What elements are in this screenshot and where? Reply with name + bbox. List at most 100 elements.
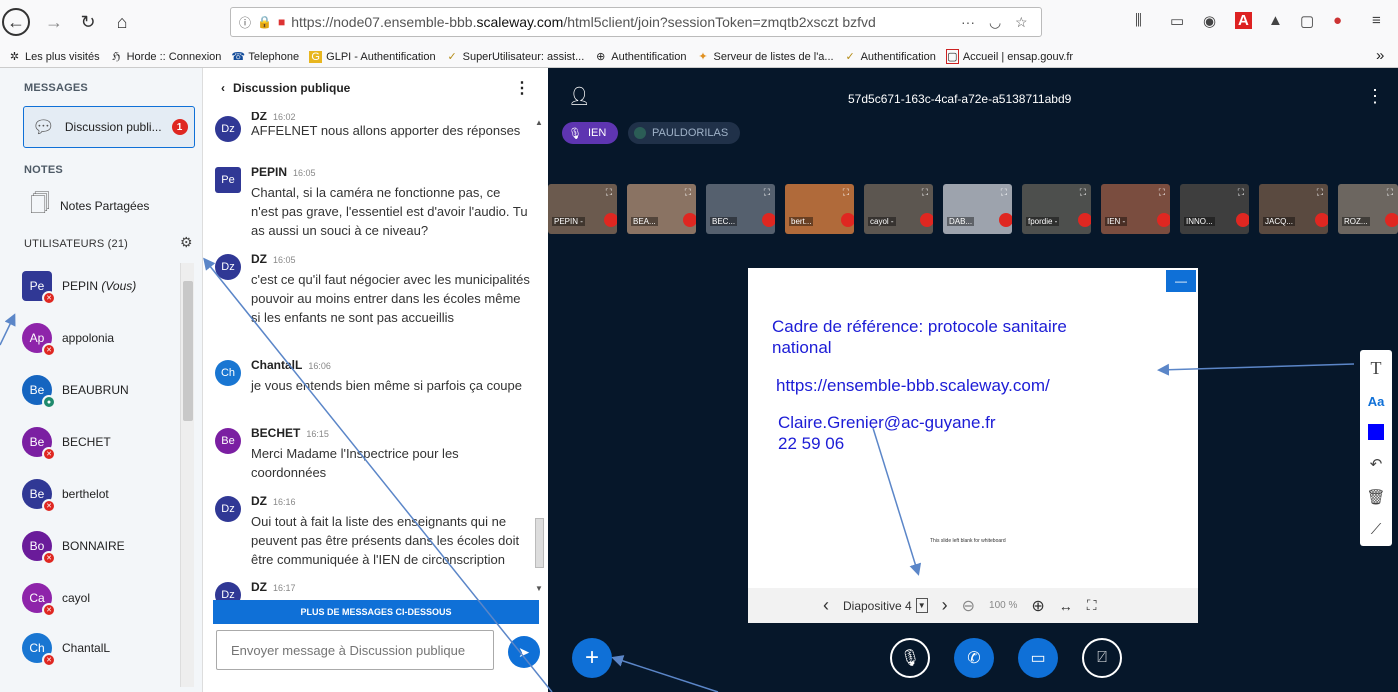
prev-slide-icon[interactable]: ‹ <box>823 595 829 616</box>
bookmark-item[interactable]: ▢ Accueil | ensap.gouv.fr <box>945 49 1073 64</box>
reload-button[interactable]: ↻ <box>74 8 102 36</box>
video-button[interactable]: ▭ <box>1018 638 1058 678</box>
expand-icon[interactable]: ⛶ <box>1001 187 1007 198</box>
bookmark-item[interactable]: ✲ Les plus visités <box>8 49 100 64</box>
chat-options-icon[interactable]: ⋮ <box>514 78 530 98</box>
user-item[interactable]: Ch ✕ ChantalL <box>22 628 110 668</box>
bookmark-item[interactable]: ✓ Authentification <box>844 49 935 64</box>
user-list-scrollbar[interactable] <box>180 263 194 687</box>
font-size-icon[interactable]: Aa <box>1368 394 1385 409</box>
url-bar[interactable]: ⓘ 🔒 ■ https://node07.ensemble-bbb.scalew… <box>230 7 1042 37</box>
expand-icon[interactable]: ⛶ <box>1238 187 1244 198</box>
mic-icon: ● <box>42 395 56 409</box>
fit-width-icon[interactable]: ↔ <box>1059 598 1073 614</box>
scroll-down-icon[interactable]: ▼ <box>535 584 543 593</box>
presentation-slide[interactable]: — Cadre de référence: protocole sanitair… <box>748 268 1198 623</box>
page-actions-icon[interactable]: ··· <box>961 14 975 30</box>
slide-link: https://ensemble-bbb.scaleway.com/ <box>776 376 1050 395</box>
audio-button[interactable]: ✆ <box>954 638 994 678</box>
video-tile[interactable]: ⛶ BEC... <box>706 184 775 234</box>
video-tile[interactable]: ⛶ INNO... <box>1180 184 1249 234</box>
expand-icon[interactable]: ⛶ <box>1159 187 1165 198</box>
expand-icon[interactable]: ⛶ <box>1317 187 1323 198</box>
talking-indicator[interactable]: PAULDORILAS <box>628 122 741 144</box>
trash-icon[interactable]: 🗑︎ <box>1366 488 1385 506</box>
user-item[interactable]: Be ✕ BECHET <box>22 422 111 462</box>
back-button[interactable]: ← <box>2 8 30 36</box>
expand-icon[interactable]: ⛶ <box>1387 187 1393 198</box>
user-item[interactable]: Pe ✕ PEPIN (Vous) <box>22 266 136 306</box>
bookmarks-overflow-button[interactable]: » <box>1376 47 1384 64</box>
video-tile[interactable]: ⛶ PEPIN - <box>548 184 617 234</box>
scrollbar-thumb[interactable] <box>183 281 193 421</box>
info-icon[interactable]: ⓘ <box>239 14 251 31</box>
video-tile[interactable]: ⛶ fpordie - <box>1022 184 1091 234</box>
user-icon[interactable]: 👤︎ <box>568 86 591 107</box>
options-menu-icon[interactable]: ⋮ <box>1366 86 1384 107</box>
undo-icon[interactable]: ↶ <box>1370 455 1383 473</box>
mute-mic-button[interactable]: 🎙︎ <box>890 638 930 678</box>
user-item[interactable]: Bo ✕ BONNAIRE <box>22 526 125 566</box>
user-item[interactable]: Be ✕ berthelot <box>22 474 109 514</box>
user-item[interactable]: Ca ✕ cayol <box>22 578 90 618</box>
color-picker-icon[interactable] <box>1368 423 1384 440</box>
send-button[interactable]: ➤ <box>508 636 540 668</box>
account-icon[interactable]: ◉ <box>1203 12 1216 30</box>
expand-icon[interactable]: ⛶ <box>843 187 849 198</box>
avatar: Ap ✕ <box>22 323 56 357</box>
video-tile[interactable]: ⛶ IEN - <box>1101 184 1170 234</box>
slide-select[interactable]: Diapositive 4 ▼ <box>843 598 928 613</box>
extension-icon[interactable]: ▲ <box>1268 12 1283 29</box>
expand-icon[interactable]: ⛶ <box>764 187 770 198</box>
bookmark-item[interactable]: ✓ SuperUtilisateur: assist... <box>446 49 585 64</box>
minimize-presentation-button[interactable]: — <box>1166 270 1196 292</box>
pdf-extension-icon[interactable]: A <box>1235 12 1252 29</box>
bookmark-item[interactable]: G GLPI - Authentification <box>309 49 436 64</box>
bookmark-star-icon[interactable]: ☆ <box>1015 14 1028 31</box>
bookmark-item[interactable]: ✦ Serveur de listes de l'a... <box>696 49 833 64</box>
public-chat-item[interactable]: 💬︎ Discussion publi... 1 <box>23 106 195 148</box>
video-tile[interactable]: ⛶ cayol - <box>864 184 933 234</box>
scrollbar-thumb[interactable] <box>535 518 544 568</box>
chevron-left-icon[interactable]: ‹ <box>221 81 225 95</box>
multi-user-icon[interactable]: ⟋ <box>1371 521 1382 538</box>
text-tool-icon[interactable]: T <box>1371 358 1382 379</box>
camera-permission-icon[interactable]: ■ <box>278 15 285 29</box>
expand-icon[interactable]: ⛶ <box>1080 187 1086 198</box>
expand-icon[interactable]: ⛶ <box>922 187 928 198</box>
zoom-in-icon[interactable]: ⊕ <box>1031 596 1044 616</box>
chat-scrollbar[interactable]: ▲ ▼ <box>534 118 546 598</box>
pocket-icon[interactable]: ◡ <box>989 14 1001 31</box>
shield-extension-icon[interactable]: ▢ <box>1300 12 1314 30</box>
library-icon[interactable]: ⫼ <box>1135 12 1142 29</box>
video-tile[interactable]: ⛶ ROZ... <box>1338 184 1398 234</box>
slide-content: Cadre de référence: protocole sanitaire … <box>772 316 1067 454</box>
forward-button[interactable]: → <box>40 8 68 36</box>
shared-notes-item[interactable]: 🗍︎ Notes Partagées <box>30 186 149 226</box>
user-item[interactable]: Ap ✕ appolonia <box>22 318 114 358</box>
menu-icon[interactable]: ≡ <box>1372 12 1381 29</box>
addon-icon[interactable]: ● <box>1333 12 1342 29</box>
settings-gear-icon[interactable]: ⚙ <box>180 234 193 251</box>
sidebar-toggle-icon[interactable]: ▭ <box>1170 12 1184 30</box>
video-tile[interactable]: ⛶ bert... <box>785 184 854 234</box>
video-tile[interactable]: ⛶ JACQ... <box>1259 184 1328 234</box>
next-slide-icon[interactable]: › <box>942 595 948 616</box>
chat-message-input[interactable] <box>216 630 494 670</box>
talking-indicator[interactable]: 🎙︎ IEN <box>562 122 619 144</box>
scroll-up-icon[interactable]: ▲ <box>535 118 543 127</box>
screen-share-button[interactable]: ⍁ <box>1082 638 1122 678</box>
zoom-out-icon[interactable]: ⊖ <box>962 596 975 616</box>
expand-icon[interactable]: ⛶ <box>685 187 691 198</box>
more-messages-button[interactable]: PLUS DE MESSAGES CI-DESSOUS <box>213 600 539 624</box>
bookmark-item[interactable]: ☎ Telephone <box>231 49 299 64</box>
user-item[interactable]: Be ● BEAUBRUN <box>22 370 129 410</box>
add-action-button[interactable]: + <box>572 638 612 678</box>
video-tile[interactable]: ⛶ DAB... <box>943 184 1012 234</box>
fullscreen-icon[interactable]: ⛶ <box>1087 597 1097 614</box>
home-icon[interactable]: ⌂ <box>108 8 136 36</box>
bookmark-item[interactable]: ⊕ Authentification <box>594 49 686 64</box>
expand-icon[interactable]: ⛶ <box>606 187 612 198</box>
bookmark-item[interactable]: ℌ Horde :: Connexion <box>110 49 221 64</box>
video-tile[interactable]: ⛶ BEA... <box>627 184 696 234</box>
